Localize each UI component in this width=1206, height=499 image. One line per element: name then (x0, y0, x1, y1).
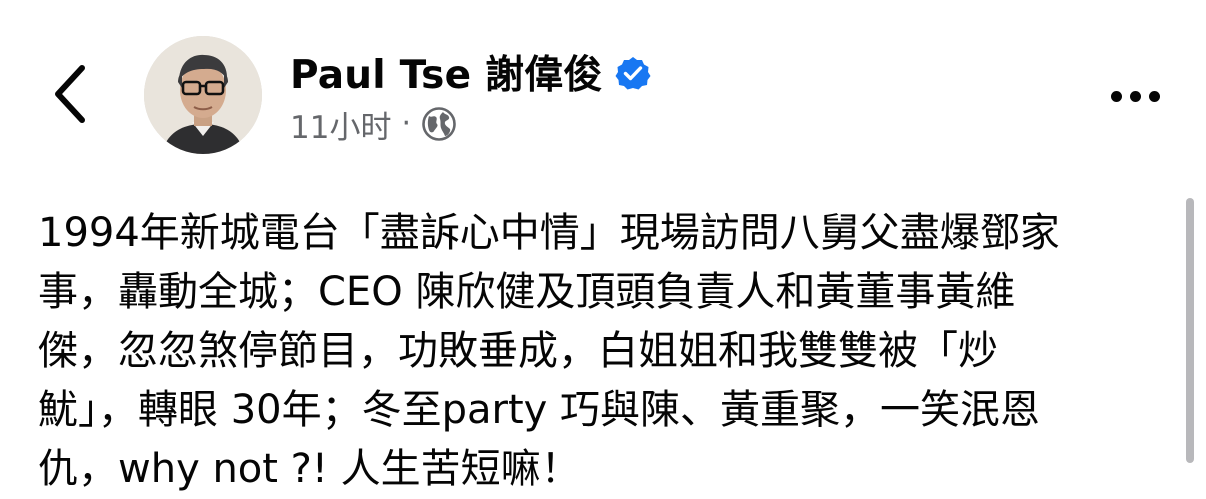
post-meta: 11小时 · (290, 102, 457, 146)
meta-separator: · (401, 106, 411, 141)
more-horizontal-icon (1110, 90, 1122, 102)
avatar-portrait (144, 36, 262, 154)
author-name[interactable]: Paul Tse 謝偉俊 (290, 44, 603, 100)
more-horizontal-icon-dot (1129, 90, 1141, 102)
post-time[interactable]: 11小时 (290, 102, 391, 147)
avatar[interactable] (144, 36, 262, 154)
post-text-line: 1994年新城電台「盡訴心中情」現場訪問八舅父盡爆鄧家 (38, 210, 1060, 256)
post-text-line: 仇，why not ?! 人生苦短嘛！ (38, 446, 581, 492)
more-horizontal-icon-dot (1148, 90, 1160, 102)
scrollbar[interactable] (1186, 198, 1194, 463)
post-header: Paul Tse 謝偉俊 11小时 · (0, 0, 1206, 180)
post-text-line: 傑，忽忽煞停節目，功敗垂成，白姐姐和我雙雙被「炒 (38, 328, 998, 374)
chevron-left-icon (55, 65, 85, 123)
back-button[interactable] (40, 56, 100, 132)
author-row: Paul Tse 謝偉俊 (290, 44, 651, 100)
verified-badge-icon (615, 55, 651, 91)
post-text-line: 魷」，轉眼 30年；冬至party 巧與陳、黃重聚，一笑泯恩 (38, 387, 1041, 433)
post-text: 1994年新城電台「盡訴心中情」現場訪問八舅父盡爆鄧家 事，轟動全城；CEO 陳… (38, 204, 1168, 499)
globe-icon[interactable] (421, 106, 457, 142)
post-text-line: 事，轟動全城；CEO 陳欣健及頂頭負責人和黃董事黃維 (38, 269, 1016, 315)
more-options-button[interactable] (1100, 76, 1170, 116)
